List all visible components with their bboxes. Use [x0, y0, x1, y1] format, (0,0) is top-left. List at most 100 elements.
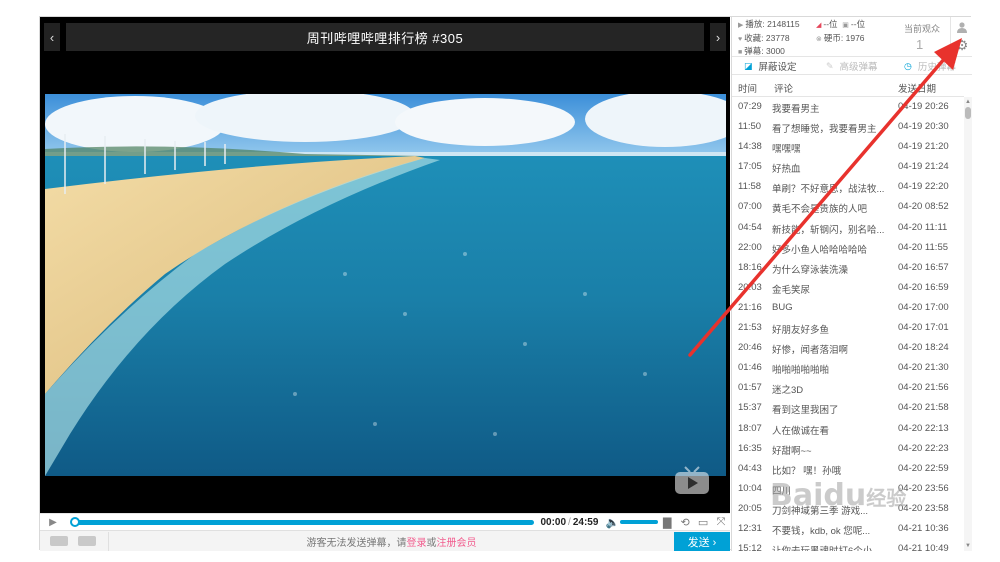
volume-slider[interactable]: [620, 520, 659, 524]
danmaku-date: 04-20 16:59: [898, 281, 949, 293]
danmaku-date: 04-20 16:57: [898, 261, 949, 273]
danmaku-time: 22:00: [738, 241, 762, 253]
advanced-icon: ✎: [826, 60, 834, 71]
danmaku-time: 11:58: [738, 181, 762, 193]
next-video-button[interactable]: ›: [710, 23, 726, 51]
tab-advanced-danmaku[interactable]: ✎ 高级弹幕: [812, 57, 892, 75]
danmaku-row[interactable]: 17:05 好热血 04-19 21:24: [732, 157, 964, 177]
scroll-up-icon[interactable]: ▲: [964, 99, 972, 105]
scroll-down-icon[interactable]: ▼: [964, 543, 972, 549]
prev-video-button[interactable]: ‹: [44, 23, 60, 51]
danmaku-date: 04-21 10:36: [898, 522, 949, 534]
danmaku-style-icon[interactable]: [50, 536, 68, 546]
time-display: 00:00/24:59: [540, 516, 599, 528]
danmaku-row[interactable]: 12:31 不要钱，kdb, ok 您呢... 04-21 10:36: [732, 519, 964, 539]
progress-knob[interactable]: [69, 516, 80, 527]
rank-box-icon: ▣: [842, 22, 849, 29]
danmaku-text: 为什么穿泳装洗澡: [772, 264, 849, 276]
danmaku-text: 让你去玩黑魂时打6个小...: [772, 543, 890, 551]
danmaku-row[interactable]: 10:04 四川 04-20 23:56: [732, 479, 964, 499]
danmaku-row[interactable]: 04:43 比如？ 嘿！孙哦 04-20 22:59: [732, 459, 964, 479]
favorites-value: 23778: [765, 33, 790, 43]
bilibili-tv-icon: [673, 466, 711, 496]
header-date[interactable]: 发送日期: [898, 81, 936, 95]
danmaku-row[interactable]: 01:46 啪啪啪啪啪啪 04-20 21:30: [732, 358, 964, 378]
coin-icon: ⊗: [816, 36, 822, 43]
danmaku-date: 04-20 22:23: [898, 442, 949, 454]
widescreen-icon[interactable]: ▭: [694, 514, 712, 531]
danmaku-row[interactable]: 15:37 看到这里我困了 04-20 21:58: [732, 398, 964, 418]
danmaku-text: 啪啪啪啪啪啪: [772, 365, 830, 377]
danmaku-time: 18:07: [738, 422, 762, 434]
danmaku-date: 04-19 21:20: [898, 141, 949, 153]
danmaku-row[interactable]: 22:00 好多小鱼人哈哈哈哈哈 04-20 11:55: [732, 238, 964, 258]
loop-icon[interactable]: ⟲: [676, 514, 694, 531]
danmaku-text: 好甜啊~~: [772, 445, 812, 457]
danmaku-text: BUG: [772, 301, 793, 313]
danmaku-time: 11:50: [738, 121, 762, 133]
danmaku-text: 刀剑神域第三季 游戏...: [772, 505, 869, 517]
danmaku-date: 04-19 20:26: [898, 101, 949, 112]
danmaku-color-icon[interactable]: [78, 536, 96, 546]
video-frame[interactable]: [45, 94, 726, 476]
danmaku-row[interactable]: 15:12 让你去玩黑魂时打6个小... 04-21 10:49: [732, 539, 964, 551]
danmaku-row[interactable]: 16:35 好甜啊~~ 04-20 22:23: [732, 439, 964, 459]
video-player[interactable]: ‹ 周刊哔哩哔哩排行榜 #305 › ▶ 00:00 / 24:59 🔈 ▇ ⟲…: [40, 17, 730, 551]
danmaku-time: 21:53: [738, 322, 762, 334]
danmaku-row[interactable]: 20:46 好惨，闻者落泪啊 04-20 18:24: [732, 338, 964, 358]
play-icon[interactable]: ▶: [40, 514, 66, 531]
danmaku-row[interactable]: 18:16 为什么穿泳装洗澡 04-20 16:57: [732, 258, 964, 278]
danmaku-text: 四川: [772, 485, 792, 497]
danmaku-text: 我要看男主: [772, 104, 820, 115]
danmaku-date: 04-20 23:58: [898, 502, 949, 514]
header-comment[interactable]: 评论: [774, 81, 793, 95]
danmaku-time: 07:00: [738, 201, 762, 213]
danmaku-row[interactable]: 21:53 好朋友好多鱼 04-20 17:01: [732, 318, 964, 338]
coins-value: 1976: [845, 33, 865, 43]
beach-scene-image: [45, 94, 726, 476]
plays-label: 播放:: [745, 19, 765, 29]
danmaku-toggle-icon[interactable]: ▇: [658, 514, 676, 531]
register-link[interactable]: 注册会员: [437, 534, 477, 549]
danmaku-input[interactable]: 游客无法发送弹幕，请 登录 或 注册会员: [108, 531, 674, 551]
danmaku-row[interactable]: 21:16 BUG 04-20 17:00: [732, 298, 964, 318]
danmaku-time: 04:43: [738, 462, 762, 474]
plays-value: 2148115: [767, 19, 800, 29]
login-link[interactable]: 登录: [407, 534, 427, 549]
current-time: 00:00: [540, 516, 567, 528]
danmaku-row[interactable]: 07:29 我要看男主 04-19 20:26: [732, 97, 964, 117]
danmaku-row[interactable]: 20:05 刀剑神域第三季 游戏... 04-20 23:58: [732, 499, 964, 519]
danmaku-text: 好朋友好多鱼: [772, 325, 830, 337]
danmaku-time: 20:03: [738, 281, 762, 293]
tab-block-settings[interactable]: ◪ 屏蔽设定: [732, 57, 812, 75]
send-danmaku-button[interactable]: 发送 ›: [674, 532, 730, 551]
progress-bar[interactable]: [69, 516, 535, 527]
danmaku-text: 比如？ 嘿！孙哦: [772, 465, 842, 477]
header-time[interactable]: 时间: [738, 81, 757, 95]
danmaku-row[interactable]: 11:58 单刷？不好意思，战法牧... 04-19 22:20: [732, 177, 964, 197]
danmaku-row[interactable]: 18:07 人在做诚在看 04-20 22:13: [732, 419, 964, 439]
user-icon[interactable]: [954, 19, 970, 35]
danmaku-row[interactable]: 20:03 金毛笑尿 04-20 16:59: [732, 278, 964, 298]
danmaku-row[interactable]: 04:54 新技能，斩钢闪，别名哈... 04-20 11:11: [732, 218, 964, 238]
danmaku-time: 04:54: [738, 221, 762, 233]
stat-danmaku: ■ 弹幕: 3000: [738, 45, 785, 57]
rank-a-value: --位: [823, 19, 838, 29]
danmaku-scrollbar[interactable]: ▲ ▼: [964, 97, 972, 551]
danmaku-row[interactable]: 11:50 看了想睡觉，我要看男主 04-19 20:30: [732, 117, 964, 137]
danmaku-text: 看了想睡觉，我要看男主: [772, 124, 877, 136]
gear-icon[interactable]: ⚙: [954, 37, 970, 53]
danmaku-row[interactable]: 07:00 黄毛不会是贵族的人吧 04-20 08:52: [732, 197, 964, 217]
danmaku-text: 嘿嘿嘿: [772, 144, 801, 156]
tab-history-danmaku[interactable]: ◷ 历史弹幕: [892, 57, 972, 75]
danmaku-row[interactable]: 14:38 嘿嘿嘿 04-19 21:20: [732, 137, 964, 157]
side-panel: ▶ 播放: 2148115 ♥ 收藏: 23778 ■ 弹幕: 3000 ◢ --位 ▣…: [731, 17, 972, 551]
danmaku-time: 17:05: [738, 161, 762, 173]
volume-icon[interactable]: 🔈: [604, 514, 620, 531]
danmaku-text: 好惨，闻者落泪啊: [772, 345, 849, 357]
danmaku-row[interactable]: 01:57 迷之3D 04-20 21:56: [732, 378, 964, 398]
fullscreen-icon[interactable]: ⤧: [712, 514, 730, 531]
video-title: 周刊哔哩哔哩排行榜 #305: [66, 23, 704, 51]
scroll-thumb[interactable]: [965, 107, 971, 119]
danmaku-guest-notice: 游客无法发送弹幕，请: [306, 537, 407, 549]
